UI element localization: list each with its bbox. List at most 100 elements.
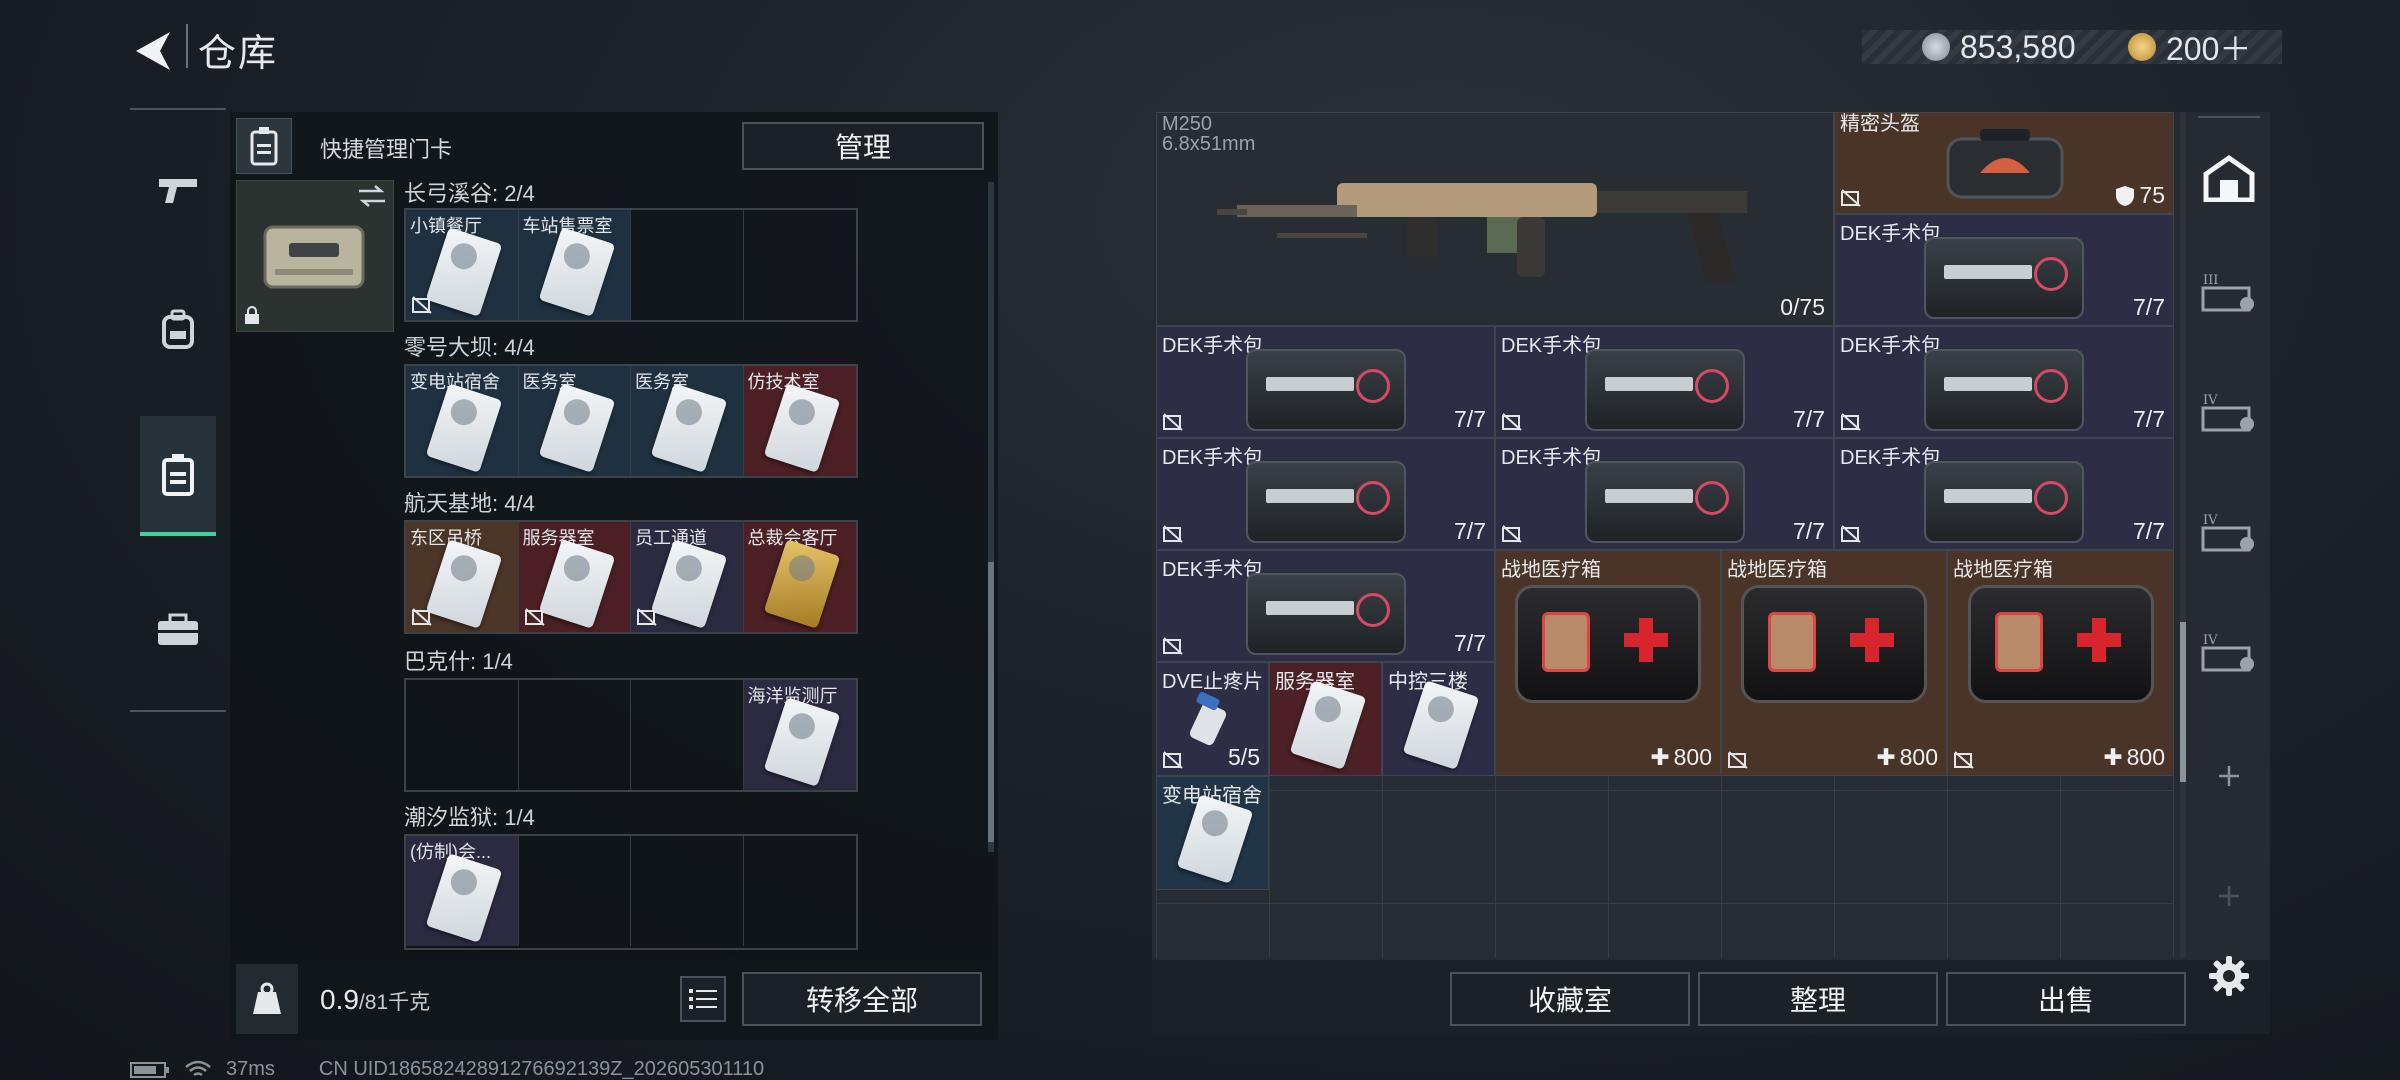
collection-room-button[interactable]: 收藏室 — [1450, 972, 1690, 1026]
keycard-item-server-room[interactable]: 服务器室 — [1269, 662, 1382, 776]
keycard-slot-empty[interactable] — [631, 210, 744, 320]
silver-coin-icon — [1922, 33, 1950, 61]
keycard-slot[interactable]: 变电站宿舍 — [406, 366, 519, 476]
manage-button[interactable]: 管理 — [742, 122, 984, 170]
surgery-kit-count: 7/7 — [2133, 406, 2165, 432]
keycard-slot-empty[interactable] — [744, 836, 857, 946]
back-button[interactable] — [130, 28, 180, 74]
keycard-slot[interactable]: 服务器室 — [518, 522, 631, 632]
backpack-icon — [162, 309, 194, 349]
surgery-kit-item[interactable]: DEK手术包 7/7 — [1495, 326, 1834, 438]
helmet-durability-value: 75 — [2139, 182, 2165, 208]
keycard-slot[interactable]: (仿制)会... — [406, 836, 519, 946]
storage-crate-iii-icon: III — [2201, 273, 2254, 312]
transfer-all-button[interactable]: 转移全部 — [742, 972, 982, 1026]
keycard-item-control[interactable]: 中控三楼 — [1382, 662, 1495, 776]
storage-crate-iv-icon: IV — [2201, 633, 2254, 672]
keycard-slot-empty[interactable] — [406, 680, 519, 790]
category-tabs — [130, 108, 226, 712]
keycard-slot-empty[interactable] — [631, 680, 744, 790]
list-view-button[interactable] — [680, 976, 726, 1022]
keycard-slot[interactable]: 车站售票室 — [518, 210, 631, 320]
warehouse-scroll-thumb[interactable] — [2180, 622, 2186, 782]
no-insure-icon — [1728, 751, 1748, 769]
svg-text:IV: IV — [2203, 513, 2218, 528]
keycard-slot-empty[interactable] — [631, 836, 744, 946]
silver-currency[interactable]: 853,580 — [1922, 29, 2076, 65]
quick-manage-label: 快捷管理门卡 — [320, 137, 453, 162]
add-storage-button[interactable] — [2190, 726, 2268, 826]
keycard-scroll-thumb[interactable] — [988, 562, 994, 842]
keycard-slot[interactable]: 医务室 — [631, 366, 744, 476]
surgery-kit-item[interactable]: DEK手术包 7/7 — [1156, 438, 1495, 550]
surgery-kit-item[interactable]: DEK手术包 7/7 — [1834, 438, 2174, 550]
field-medkit-value-text: 800 — [2126, 744, 2165, 770]
tab-storage-iv-b[interactable]: IV — [2190, 482, 2268, 582]
uid-text: CN UID18658242891276692139Z_202605301110 — [318, 1058, 765, 1080]
keycard-grid-dam: 变电站宿舍 医务室 医务室 仿技术室 — [404, 364, 858, 478]
surgery-kit-item[interactable]: DEK手术包 7/7 — [1156, 550, 1495, 662]
surgery-bag-icon — [1924, 349, 2084, 431]
back-arrow-icon — [136, 32, 170, 70]
tab-equipment[interactable] — [140, 270, 216, 390]
keycard-image — [538, 383, 615, 473]
field-medkit-value-text: 800 — [1899, 744, 1938, 770]
keycard-holder-button[interactable] — [236, 118, 292, 174]
tab-weapons[interactable] — [140, 130, 216, 250]
field-medkit-value: ✚ 800 — [2103, 744, 2165, 771]
sell-button[interactable]: 出售 — [1946, 972, 2186, 1026]
keycard-slot[interactable]: 海洋监测厅 — [743, 680, 856, 790]
tab-toolbox[interactable] — [140, 570, 216, 690]
keycard-image — [763, 539, 840, 629]
weapon-item[interactable]: M250 6.8x51mm 0/75 — [1156, 112, 1834, 326]
tab-storage-iv-c[interactable]: IV — [2190, 602, 2268, 702]
field-medkit-value: ✚ 800 — [1876, 744, 1938, 771]
keycard-slot-empty[interactable] — [744, 210, 857, 320]
svg-text:III: III — [2203, 273, 2218, 288]
plus-icon — [2219, 886, 2239, 906]
keycard-item-substation[interactable]: 变电站宿舍 — [1156, 776, 1269, 890]
keycard-case-slot[interactable] — [236, 180, 394, 332]
warehouse-scrollbar[interactable] — [2180, 112, 2186, 958]
surgery-kit-item[interactable]: DEK手术包 7/7 — [1495, 438, 1834, 550]
lock-icon — [245, 306, 259, 324]
surgery-kit-item[interactable]: DEK手术包 7/7 — [1834, 326, 2174, 438]
field-medkit-item[interactable]: 战地医疗箱 ✚ 800 — [1495, 550, 1721, 776]
gold-currency[interactable]: 200＋ — [2128, 30, 2251, 67]
page-title: 仓库 — [198, 33, 279, 75]
surgery-bag-icon — [1584, 461, 1745, 543]
weight-indicator — [236, 964, 298, 1034]
surgery-kit-item[interactable]: DEK手术包 7/7 — [1834, 214, 2174, 326]
settings-button[interactable] — [2190, 926, 2268, 1026]
painkiller-item[interactable]: DVE止疼片 5/5 — [1156, 662, 1269, 776]
storage-crate-iv-icon: IV — [2201, 393, 2254, 432]
keycard-slot[interactable]: 小镇餐厅 — [406, 210, 519, 320]
pistol-icon — [159, 179, 197, 203]
keycard-slot[interactable]: 仿技术室 — [743, 366, 856, 476]
warehouse-grid: M250 6.8x51mm 0/75 精密头盔 75 DEK手术包 7/7 DE… — [1156, 112, 2174, 958]
weight-max: /81千克 — [358, 991, 431, 1014]
sort-button[interactable]: 整理 — [1698, 972, 1938, 1026]
tab-storage-iii[interactable]: III — [2190, 242, 2268, 342]
surgery-kit-count: 7/7 — [1454, 630, 1486, 656]
helmet-item[interactable]: 精密头盔 75 — [1834, 112, 2174, 214]
surgery-kit-item[interactable]: DEK手术包 7/7 — [1156, 326, 1495, 438]
keycard-slot-empty[interactable] — [519, 836, 631, 946]
svg-text:IV: IV — [2203, 393, 2218, 408]
keycard-slot[interactable]: 东区吊桥 — [406, 522, 519, 632]
pill-bottle-icon — [1189, 691, 1227, 746]
tab-warehouse-main[interactable] — [2190, 128, 2268, 228]
weight-icon — [253, 982, 281, 1014]
keycard-slot[interactable]: 员工通道 — [631, 522, 744, 632]
no-insure-icon — [637, 608, 657, 626]
surgery-bag-icon — [1245, 573, 1406, 655]
keycard-scrollbar[interactable] — [988, 182, 994, 852]
field-medkit-item[interactable]: 战地医疗箱 ✚ 800 — [1721, 550, 1947, 776]
keycard-slot[interactable]: 总裁会客厅 — [743, 522, 856, 632]
keycard-slot[interactable]: 医务室 — [518, 366, 631, 476]
tab-storage-iv-a[interactable]: IV — [2190, 362, 2268, 462]
tab-keycards[interactable] — [140, 416, 216, 536]
keycard-holder-icon — [250, 127, 278, 166]
keycard-slot-empty[interactable] — [519, 680, 631, 790]
field-medkit-item[interactable]: 战地医疗箱 ✚ 800 — [1947, 550, 2174, 776]
